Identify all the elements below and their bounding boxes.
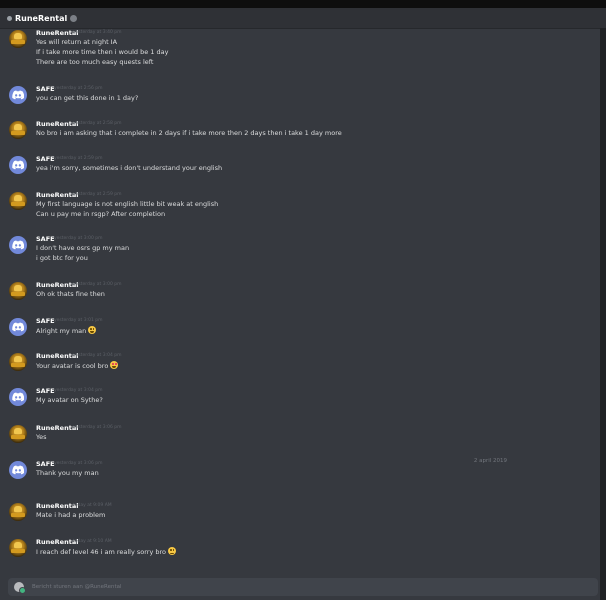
- message-timestamp: yesterday at 3:40 pm: [73, 30, 122, 35]
- runerental-avatar[interactable]: [9, 425, 27, 443]
- message-text: There are too much easy quests left: [36, 58, 154, 66]
- runerental-avatar[interactable]: [9, 30, 27, 48]
- message-text: yea i'm sorry, sometimes i don't underst…: [36, 164, 223, 172]
- message-group: SAFE yesterday at 3:01 pm Alright my man: [0, 317, 600, 357]
- author-name[interactable]: SAFE: [36, 235, 55, 243]
- message-text: My avatar on Sythe?: [36, 396, 103, 404]
- message-group: RuneRental yesterday at 3:40 pm Yes will r…: [0, 29, 600, 69]
- message-text: I reach def level 46 i am really sorry b…: [36, 547, 177, 558]
- message-group: SAFE yesterday at 2:56 pm you can get this…: [0, 85, 600, 125]
- author-name[interactable]: SAFE: [36, 387, 55, 395]
- message-group: SAFE yesterday at 3:04 pm My avatar on Syt…: [0, 387, 600, 427]
- message-text: If i take more time then i would be 1 da…: [36, 48, 169, 56]
- message-input[interactable]: [32, 581, 432, 593]
- message-text: you can get this done in 1 day?: [36, 94, 139, 102]
- message-group: RuneRental today at 9:09 AM Mate i had a p…: [0, 502, 600, 542]
- message-composer: [8, 578, 598, 596]
- message-timestamp: yesterday at 2:59 pm: [73, 192, 122, 197]
- runerental-avatar[interactable]: [9, 539, 27, 557]
- message-timestamp: yesterday at 3:00 pm: [54, 236, 103, 241]
- message-text: Mate i had a problem: [36, 511, 106, 519]
- message-text: Can u pay me in rsgp? After completion: [36, 210, 166, 218]
- discord-avatar[interactable]: [9, 461, 27, 479]
- discord-avatar[interactable]: [9, 388, 27, 406]
- message-group: RuneRental yesterday at 3:04 pm Your avata…: [0, 352, 600, 392]
- disappointed-emoji: [168, 547, 177, 555]
- message-text: I don't have osrs gp my man: [36, 244, 130, 252]
- message-group: RuneRental yesterday at 3:06 pm Yes: [0, 424, 600, 464]
- message-group: RuneRental yesterday at 2:59 pm My first l…: [0, 191, 600, 231]
- discord-avatar[interactable]: [9, 236, 27, 254]
- author-name[interactable]: SAFE: [36, 460, 55, 468]
- message-text: No bro i am asking that i complete in 2 …: [36, 129, 342, 137]
- author-name[interactable]: SAFE: [36, 85, 55, 93]
- at-icon: [7, 15, 12, 21]
- heart-eyes-emoji: [110, 361, 119, 369]
- message-group: RuneRental yesterday at 2:58 pm No bro i a…: [0, 120, 600, 160]
- message-group: SAFE yesterday at 3:06 pm Thank you my man: [0, 460, 600, 500]
- date-divider: 2 april 2019: [473, 458, 507, 464]
- message-timestamp: yesterday at 2:58 pm: [73, 121, 122, 126]
- message-timestamp: today at 9:09 AM: [73, 503, 112, 508]
- channel-title: RuneRental: [15, 13, 68, 23]
- message-group: RuneRental today at 9:10 AM I reach def le…: [0, 538, 600, 578]
- runerental-avatar[interactable]: [9, 353, 27, 371]
- message-text: Oh ok thats fine then: [36, 290, 105, 298]
- runerental-avatar[interactable]: [9, 192, 27, 210]
- window-top-strip: [0, 0, 606, 8]
- message-timestamp: today at 9:10 AM: [73, 539, 112, 544]
- dm-window: RuneRental RuneRental yesterday at 3:40 p…: [0, 0, 606, 600]
- message-text: Yes: [36, 433, 47, 441]
- message-timestamp: yesterday at 3:06 pm: [54, 461, 103, 466]
- message-timestamp: yesterday at 3:04 pm: [54, 388, 103, 393]
- message-timestamp: yesterday at 3:00 pm: [73, 282, 122, 287]
- message-group: SAFE yesterday at 2:59 pm yea i'm sorry, s…: [0, 155, 600, 195]
- author-name[interactable]: SAFE: [36, 317, 55, 325]
- message-list[interactable]: RuneRental yesterday at 3:40 pm Yes will r…: [0, 29, 606, 574]
- message-timestamp: yesterday at 3:04 pm: [73, 353, 122, 358]
- author-name[interactable]: SAFE: [36, 155, 55, 163]
- message-timestamp: yesterday at 2:59 pm: [54, 156, 103, 161]
- message-text: Your avatar is cool bro: [36, 361, 119, 372]
- message-group: RuneRental yesterday at 3:00 pm Oh ok that…: [0, 281, 600, 321]
- message-group: SAFE yesterday at 3:00 pm I don't have osr…: [0, 235, 600, 275]
- message-text: Yes will return at night IA: [36, 38, 118, 46]
- message-text: My first language is not english little …: [36, 200, 219, 208]
- runerental-avatar[interactable]: [9, 282, 27, 300]
- discord-avatar[interactable]: [9, 318, 27, 336]
- upload-plus-icon[interactable]: [14, 582, 26, 594]
- scrollbar[interactable]: [600, 28, 606, 600]
- message-text: Alright my man: [36, 326, 97, 337]
- message-text: i got btc for you: [36, 254, 88, 262]
- message-timestamp: yesterday at 2:56 pm: [54, 86, 103, 91]
- offline-status-icon: [70, 14, 78, 22]
- channel-header: RuneRental: [0, 8, 606, 29]
- runerental-avatar[interactable]: [9, 503, 27, 521]
- runerental-avatar[interactable]: [9, 121, 27, 139]
- message-text: Thank you my man: [36, 469, 99, 477]
- message-timestamp: yesterday at 3:06 pm: [73, 425, 122, 430]
- message-timestamp: yesterday at 3:01 pm: [54, 318, 103, 323]
- discord-avatar[interactable]: [9, 86, 27, 104]
- smile-emoji: [88, 326, 97, 334]
- discord-avatar[interactable]: [9, 156, 27, 174]
